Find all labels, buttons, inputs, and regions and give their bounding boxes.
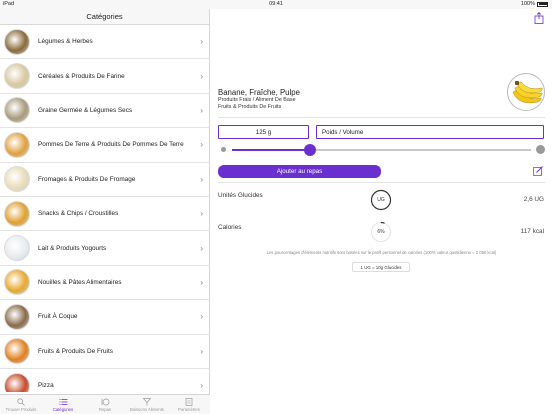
slider-track[interactable] xyxy=(232,144,531,156)
tab-label: Catégories xyxy=(52,406,74,412)
tab-drink[interactable]: Boissons Aliments xyxy=(126,395,168,414)
chevron-right-icon: › xyxy=(200,277,203,287)
categories-sidebar: Catégories Légumes & Herbes › Céréales & P… xyxy=(0,9,210,414)
carb-ring: UG xyxy=(370,189,392,211)
chevron-right-icon: › xyxy=(200,105,203,115)
chevron-right-icon: › xyxy=(200,312,203,322)
sidebar-title: Catégories xyxy=(0,9,209,25)
tab-meals[interactable]: Repas xyxy=(84,395,126,414)
list-icon xyxy=(59,398,68,406)
settings-icon xyxy=(185,397,194,406)
category-label: Fruit À Coque xyxy=(38,313,78,321)
battery-percent: 100% xyxy=(520,1,535,7)
tab-label: Repas xyxy=(98,406,112,412)
battery-icon xyxy=(537,1,548,7)
tab-settings[interactable]: Paramètres xyxy=(168,395,210,414)
category-row[interactable]: Pommes De Terre & Produits De Pommes De … xyxy=(0,128,210,163)
category-row[interactable]: Lait & Produits Yogourts › xyxy=(0,231,210,266)
food-title: Banane, Fraîche, Pulpe xyxy=(218,88,300,97)
calorie-ring-label: 6% xyxy=(377,229,385,235)
category-thumbnail xyxy=(4,166,30,193)
category-row[interactable]: Nouilles & Pâtes Alimentaires › xyxy=(0,266,210,301)
chevron-right-icon: › xyxy=(200,346,203,356)
category-label: Graine Germée & Légumes Secs xyxy=(38,106,133,114)
chevron-right-icon: › xyxy=(200,209,203,219)
category-row[interactable]: Graine Germée & Légumes Secs › xyxy=(0,94,210,129)
food-subtitle: Produits Frais / Aliment De Base xyxy=(218,97,296,103)
divider xyxy=(218,182,545,183)
category-label: Fromages & Produits De Fromage xyxy=(38,175,136,183)
category-row[interactable]: Fruits & Produits De Fruits › xyxy=(0,335,210,369)
chevron-right-icon: › xyxy=(200,174,203,184)
carb-unit-conversion: 1 UG = 10g Glucides xyxy=(352,262,410,272)
category-thumbnail xyxy=(4,338,30,365)
category-thumbnail xyxy=(4,200,30,227)
food-detail-pane: Banane, Fraîche, Pulpe Produits Frais / … xyxy=(211,9,552,414)
tab-label: Paramètres xyxy=(178,406,200,412)
chevron-right-icon: › xyxy=(200,71,203,81)
category-row[interactable]: Fruit À Coque › xyxy=(0,300,210,335)
category-thumbnail xyxy=(4,235,30,262)
tab-bar: Trouver Produits Catégories Repas Boissons … xyxy=(0,394,210,414)
category-row[interactable]: Légumes & Herbes › xyxy=(0,25,210,60)
category-row[interactable]: Fromages & Produits De Fromage › xyxy=(0,163,210,197)
share-icon[interactable] xyxy=(534,12,544,24)
edit-icon[interactable] xyxy=(533,166,543,176)
category-list[interactable]: Légumes & Herbes › Céréales & Produits De … xyxy=(0,25,210,392)
category-label: Céréales & Produits De Farine xyxy=(38,72,125,80)
slider-thumb[interactable] xyxy=(303,144,316,156)
carb-ring-label: UG xyxy=(377,197,385,203)
tab-list[interactable]: Catégories xyxy=(42,395,84,414)
category-thumbnail xyxy=(4,28,30,55)
quantity-input[interactable]: 125 g xyxy=(218,125,309,139)
meals-icon xyxy=(101,398,110,406)
tab-search[interactable]: Trouver Produits xyxy=(0,395,42,414)
category-label: Pizza xyxy=(38,382,54,390)
category-thumbnail xyxy=(4,269,30,296)
category-thumbnail xyxy=(4,372,30,392)
category-row[interactable]: Snacks & Chips / Croustilles › xyxy=(0,197,210,232)
category-thumbnail xyxy=(4,97,30,124)
nutrition-footnote: Les pourcentages d'éléments nutritifs so… xyxy=(266,250,497,255)
chevron-right-icon: › xyxy=(200,243,203,253)
small-portion-icon xyxy=(221,147,226,152)
category-thumbnail xyxy=(4,131,30,158)
calorie-ring: 6% xyxy=(370,221,392,243)
quantity-slider[interactable] xyxy=(218,143,545,157)
chevron-right-icon: › xyxy=(200,37,203,47)
tab-label: Trouver Produits xyxy=(5,406,37,412)
category-label: Nouilles & Pâtes Alimentaires xyxy=(38,278,122,286)
category-label: Légumes & Herbes xyxy=(38,38,93,46)
divider xyxy=(218,117,545,118)
carb-value: 2,6 UG xyxy=(523,196,544,203)
unit-selector[interactable]: Poids / Volume xyxy=(316,125,544,139)
drink-icon xyxy=(143,397,152,406)
banana-image xyxy=(507,73,545,111)
calorie-value: 117 kcal xyxy=(520,228,544,235)
tab-label: Boissons Aliments xyxy=(130,406,164,412)
slider-fill xyxy=(232,149,310,151)
category-label: Snacks & Chips / Croustilles xyxy=(38,210,119,218)
carb-units-label: Unités Glucides xyxy=(218,192,263,199)
category-row[interactable]: Céréales & Produits De Farine › xyxy=(0,59,210,94)
large-portion-icon xyxy=(536,145,545,154)
chevron-right-icon: › xyxy=(200,140,203,150)
category-row[interactable]: Pizza › xyxy=(0,369,210,392)
category-thumbnail xyxy=(4,303,30,330)
category-label: Fruits & Produits De Fruits xyxy=(38,347,113,355)
add-to-meal-button[interactable]: Ajouter au repas xyxy=(218,165,381,178)
category-thumbnail xyxy=(4,63,30,90)
food-category: Fruits & Produits De Fruits xyxy=(218,104,282,110)
search-icon xyxy=(17,397,26,406)
clock: 09:41 xyxy=(269,1,283,7)
calories-label: Calories xyxy=(218,224,242,231)
chevron-right-icon: › xyxy=(200,381,203,391)
status-bar: iPad 09:41 100% xyxy=(0,0,552,9)
category-label: Lait & Produits Yogourts xyxy=(38,244,107,252)
category-label: Pommes De Terre & Produits De Pommes De … xyxy=(38,141,184,149)
